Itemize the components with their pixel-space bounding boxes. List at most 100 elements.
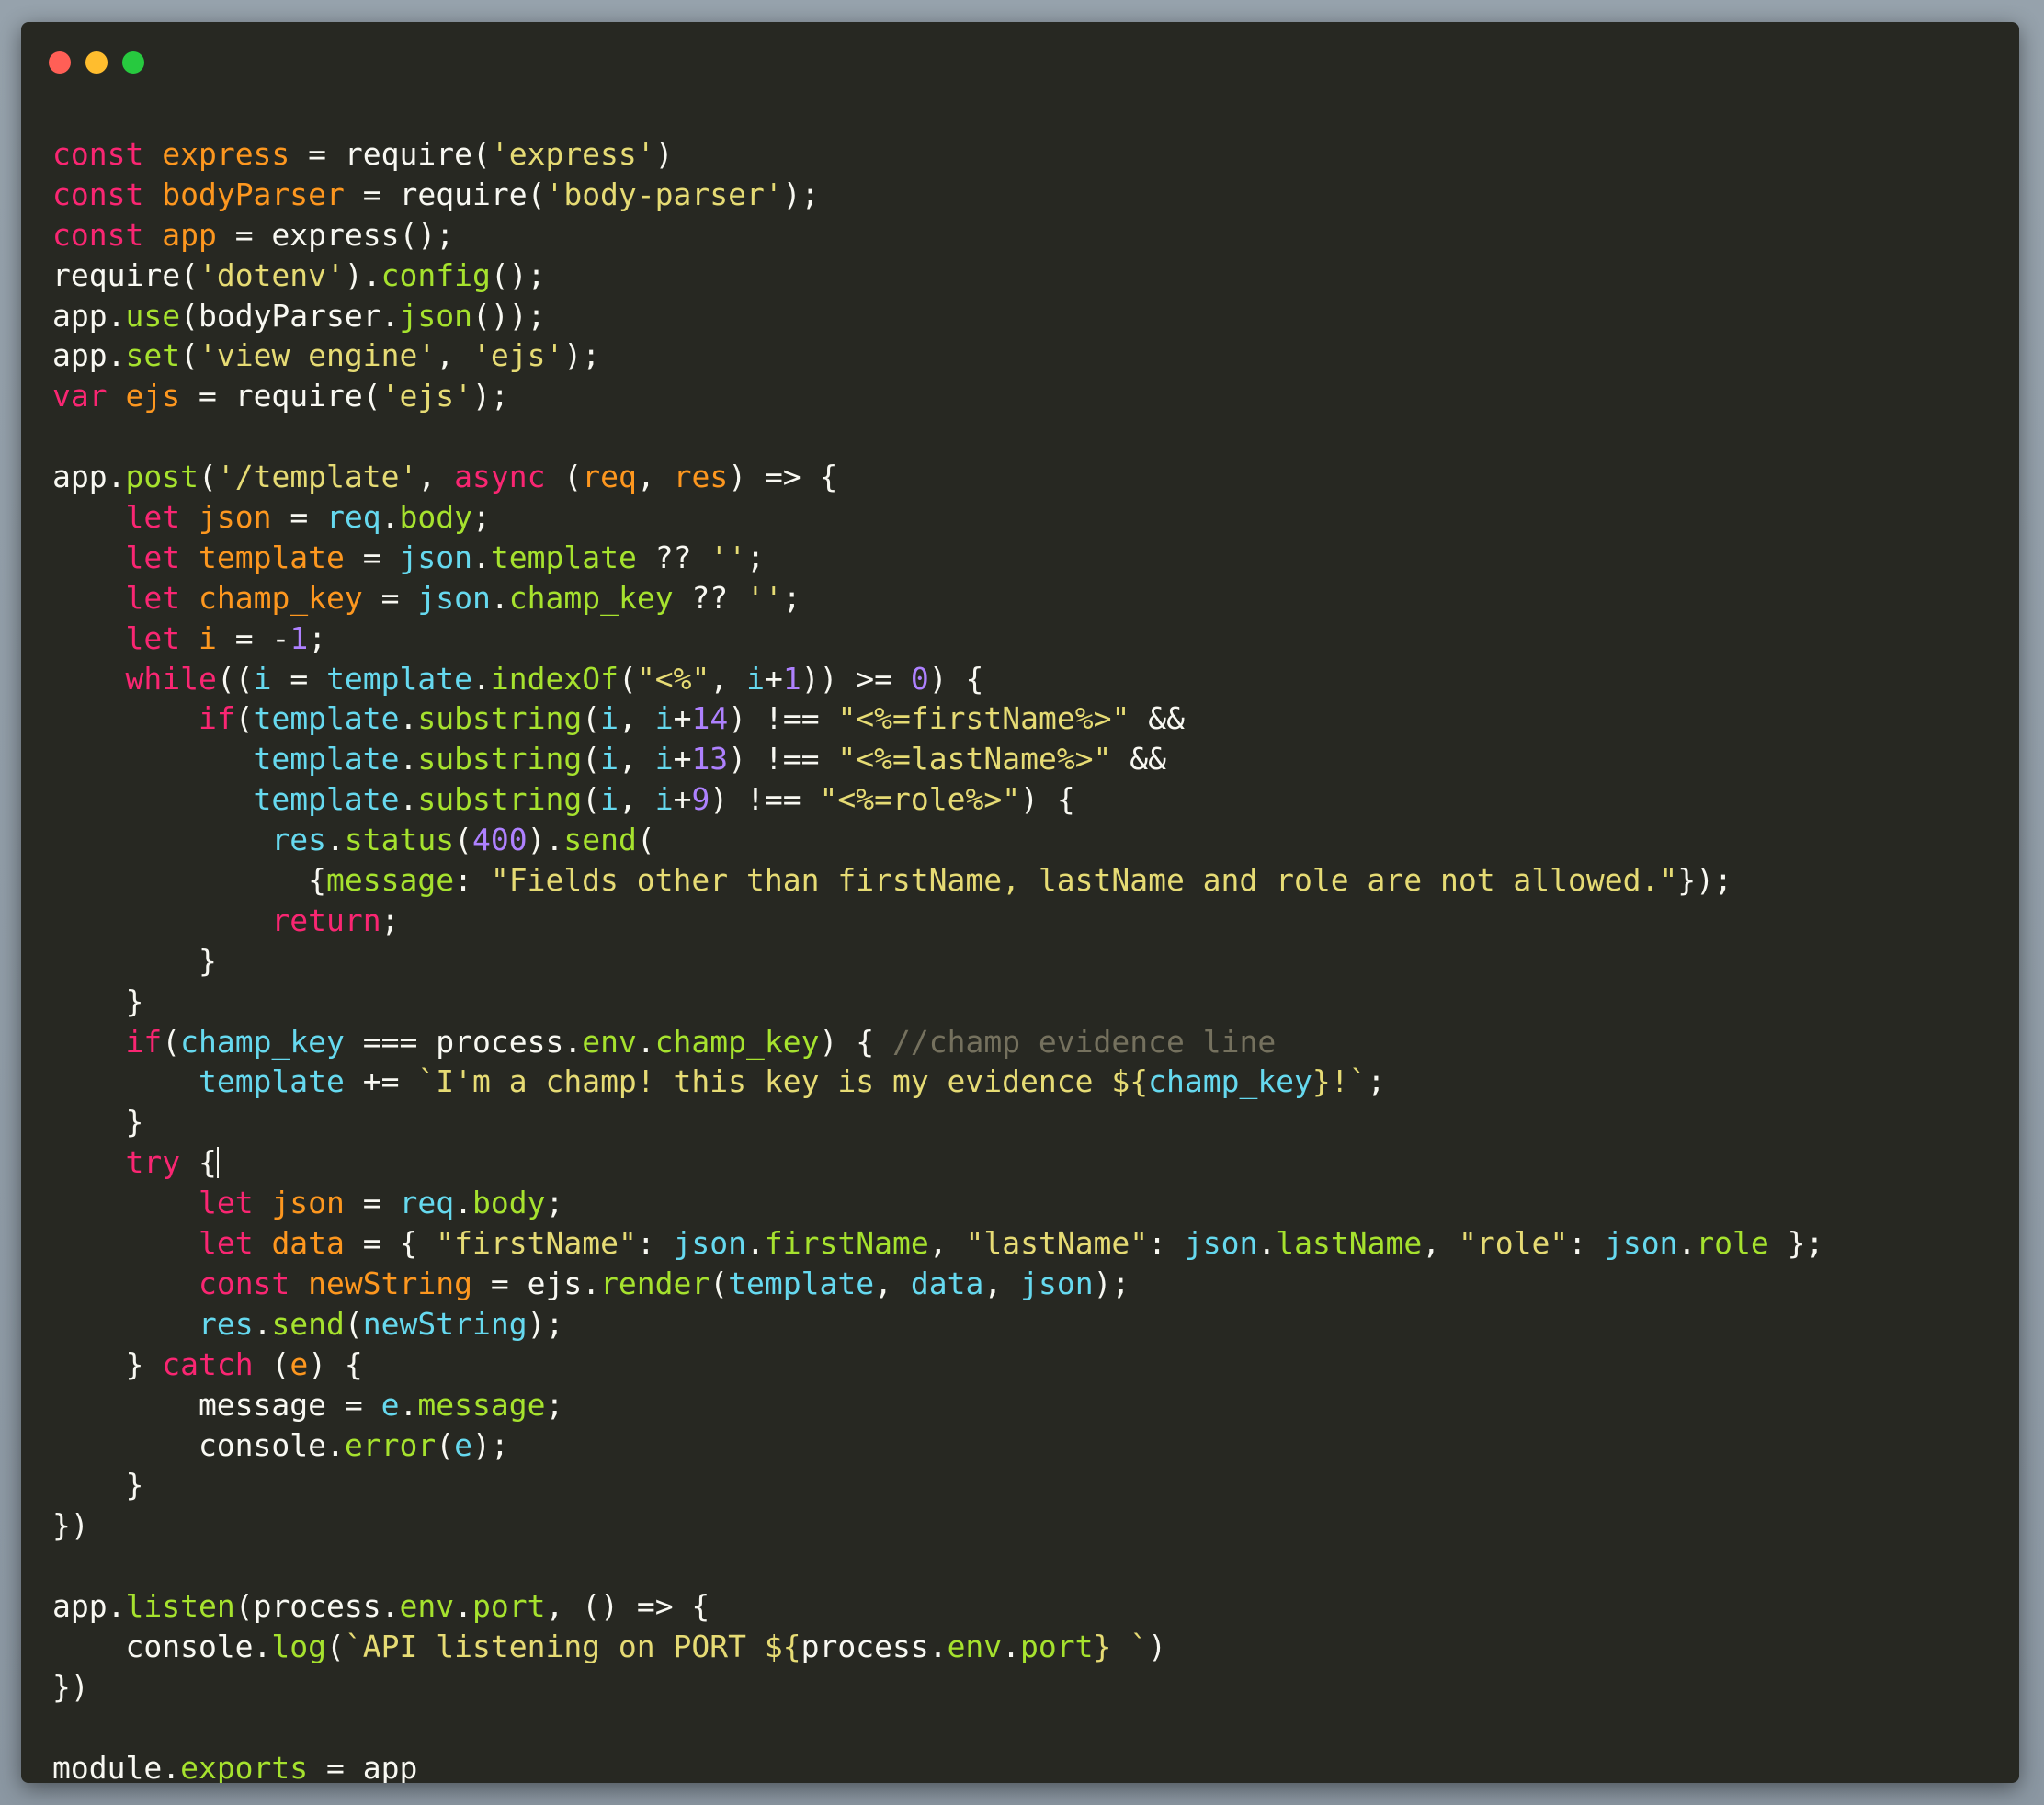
code-line: module.exports = app [52, 1748, 1823, 1783]
function-token: firstName [764, 1225, 929, 1262]
plain-token: && [1130, 700, 1185, 737]
number-token: 13 [691, 741, 729, 778]
function-token: env [582, 1023, 637, 1060]
function-token: indexOf [490, 660, 619, 697]
identifier-token: json [1020, 1265, 1094, 1301]
plain-token: console. [52, 1628, 272, 1664]
maximize-button-icon[interactable] [122, 51, 144, 74]
plain-token: ( [454, 822, 472, 858]
plain-token: message = [52, 1386, 381, 1423]
string-token: 'view engine' [198, 337, 437, 374]
code-line: app.use(bodyParser.json()); [52, 296, 1823, 336]
string-token: 'express' [490, 136, 655, 172]
close-button-icon[interactable] [49, 51, 71, 74]
plain-token: ?? [636, 539, 710, 575]
identifier-token: template [253, 700, 400, 737]
plain-token: } [52, 982, 144, 1019]
identifier-token: json [417, 579, 491, 616]
number-token: 1 [290, 619, 309, 656]
function-token: substring [417, 781, 583, 818]
plain-token: : [636, 1225, 674, 1262]
plain-token: . [454, 1588, 472, 1625]
keyword-token: if [198, 700, 235, 737]
code-line: if(template.substring(i, i+14) !== "<%=f… [52, 698, 1823, 739]
code-line: } [52, 982, 1823, 1022]
plain-token: = { [344, 1225, 437, 1262]
plain-token: , [618, 781, 655, 818]
function-token: substring [417, 700, 583, 737]
string-token: "Fields other than firstName, lastName a… [490, 862, 1678, 899]
plain-token: = [344, 1185, 400, 1221]
string-token: "<%=firstName%>" [837, 700, 1130, 737]
plain-token: = [344, 539, 400, 575]
plain-token: . [636, 1023, 655, 1060]
string-token: "role" [1458, 1225, 1569, 1262]
keyword-token: var [52, 378, 108, 414]
plain-token: ( [326, 1628, 345, 1664]
plain-token: === process. [344, 1023, 583, 1060]
plain-token: module. [52, 1749, 181, 1783]
text-cursor [216, 1147, 219, 1179]
function-token: body [472, 1185, 546, 1221]
function-token: port [1020, 1628, 1094, 1664]
plain-token: , [618, 700, 655, 737]
identifier-token: i [600, 781, 619, 818]
code-line: } [52, 1465, 1823, 1505]
code-line: template += `I'm a champ! this key is my… [52, 1061, 1823, 1102]
plain-token: = [271, 660, 327, 697]
variable-token: req [582, 459, 637, 495]
plain-token: + [673, 781, 692, 818]
plain-token: ; [1367, 1063, 1386, 1100]
variable-token: template [198, 539, 345, 575]
code-line: res.status(400).send( [52, 820, 1823, 860]
plain-token: , [928, 1225, 966, 1262]
plain-token: = require( [290, 136, 491, 172]
minimize-button-icon[interactable] [85, 51, 108, 74]
plain-token: ( [582, 700, 601, 737]
number-token: 9 [691, 781, 710, 818]
plain-token: ) !== [728, 700, 838, 737]
plain-token: ) { [928, 660, 984, 697]
string-token: "<%=role%>" [819, 781, 1021, 818]
code-line: let json = req.body; [52, 497, 1823, 538]
keyword-token: const [52, 176, 144, 212]
plain-token: . [1002, 1628, 1021, 1664]
plain-token: ()); [472, 297, 546, 334]
plain-token: ); [471, 1426, 509, 1463]
keyword-token: const [198, 1265, 290, 1301]
variable-token: json [198, 499, 272, 536]
plain-token: ) [1148, 1628, 1167, 1664]
function-token: error [344, 1426, 437, 1463]
plain-token: }) [52, 1507, 89, 1544]
plain-token: . [746, 1225, 765, 1262]
identifier-token: json [673, 1225, 747, 1262]
plain-token: ) => { [728, 459, 838, 495]
code-line: require('dotenv').config(); [52, 255, 1823, 296]
code-line: const bodyParser = require('body-parser'… [52, 175, 1823, 215]
plain-token: ( [582, 741, 601, 778]
plain-token: ( [234, 700, 254, 737]
code-line: app.set('view engine', 'ejs'); [52, 335, 1823, 376]
keyword-token: const [52, 216, 144, 253]
code-editor[interactable]: const express = require('express') const … [52, 134, 1823, 1783]
plain-token: ) !== [728, 741, 838, 778]
plain-token: ( [198, 459, 217, 495]
plain-token: require( [52, 256, 199, 293]
code-line: template.substring(i, i+9) !== "<%=role%… [52, 779, 1823, 820]
plain-token: app. [52, 1588, 126, 1625]
string-token: 'body-parser' [545, 176, 783, 212]
variable-token: res [673, 459, 729, 495]
plain-token: . [399, 1386, 418, 1423]
keyword-token: let [125, 499, 181, 536]
plain-token: app. [52, 297, 126, 334]
plain-token: && [1111, 741, 1167, 778]
plain-token: ?? [673, 579, 747, 616]
function-token: listen [125, 1588, 235, 1625]
plain-token: , [710, 660, 747, 697]
plain-token: ( [545, 459, 583, 495]
